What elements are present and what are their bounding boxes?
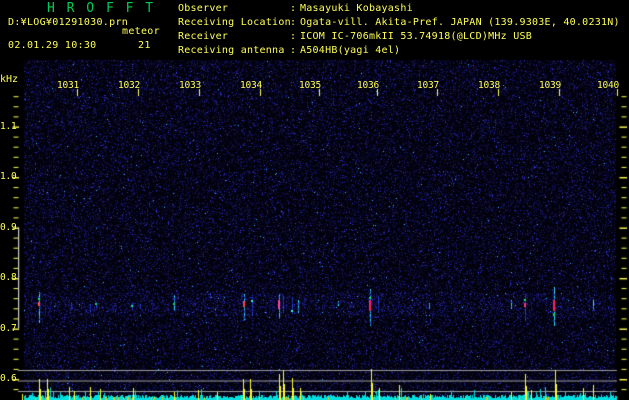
info-separator: : [290, 3, 297, 14]
mode-label: meteor [122, 26, 160, 37]
log-file-path: D:¥LOG¥01291030.prn [8, 17, 129, 28]
y-tick-label: 0.6 [0, 373, 17, 384]
x-tick-label: 1032 [118, 80, 141, 91]
y-tick-label: 0.9 [0, 221, 17, 233]
x-tick-label: 1035 [299, 80, 322, 91]
y-tick-label: 1.1 [0, 120, 17, 132]
info-row-location: Receiving Location: Ogata-vill. Akita-Pre… [178, 16, 620, 30]
station-info-block: Observer: Masayuki Kobayashi Receiving Lo… [178, 2, 620, 68]
x-tick-label: 1031 [57, 80, 80, 91]
x-tick-label: 1034 [240, 80, 263, 91]
x-tick-label: 1040 [597, 80, 620, 91]
info-value: Ogata-vill. Akita-Pref. JAPAN (139.9303E… [300, 17, 620, 28]
info-label: Receiver [178, 31, 229, 42]
x-tick-label: 1037 [417, 80, 440, 91]
info-label: Observer [178, 3, 229, 14]
hrofft-screen: H R O F F T D:¥LOG¥01291030.prn meteor 0… [0, 0, 629, 400]
info-row-antenna: Receiving antenna: A504HB(yagi 4el) [178, 44, 400, 58]
x-tick-label: 1033 [179, 80, 202, 91]
x-tick-label: 1036 [357, 80, 380, 91]
observation-datetime: 02.01.29 10:30 [8, 40, 97, 51]
spectrogram-canvas [0, 0, 629, 400]
info-separator: : [290, 17, 297, 28]
info-value: Masayuki Kobayashi [300, 3, 413, 14]
meteor-count: 21 [138, 40, 151, 51]
app-title: H R O F F T [47, 1, 156, 16]
info-value: ICOM IC-706mkII 53.74918(@LCD)MHz USB [300, 31, 533, 42]
info-row-receiver: Receiver: ICOM IC-706mkII 53.74918(@LCD)M… [178, 30, 532, 44]
info-label: Receiving Location [178, 17, 291, 28]
y-tick-label: 1.0 [0, 171, 17, 182]
info-separator: : [290, 45, 297, 56]
info-label: Receiving antenna [178, 45, 285, 56]
y-axis-unit-label: kHz [0, 74, 19, 85]
x-tick-label: 1039 [539, 80, 562, 91]
info-separator: : [290, 31, 297, 42]
x-tick-label: 1038 [478, 80, 501, 91]
y-tick-label: 0.7 [0, 322, 17, 334]
info-row-observer: Observer: Masayuki Kobayashi [178, 2, 413, 16]
y-tick-label: 0.8 [0, 272, 17, 283]
info-value: A504HB(yagi 4el) [300, 45, 401, 56]
